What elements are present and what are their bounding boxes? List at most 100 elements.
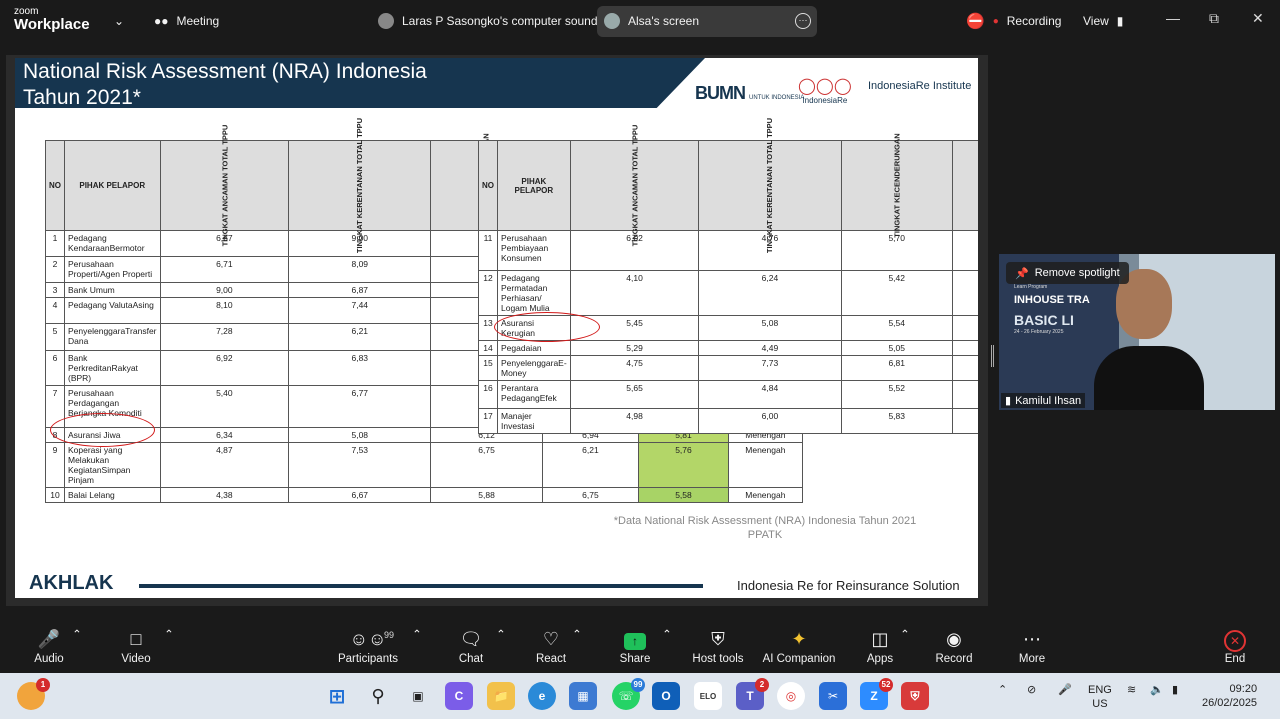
row-number: 5 xyxy=(45,323,65,351)
whatsapp-icon[interactable]: ☏ 99 xyxy=(612,678,645,710)
react-options-caret[interactable]: ⌃ xyxy=(572,627,582,641)
language-indicator[interactable]: ENG US xyxy=(1088,683,1112,711)
share-button[interactable]: ↑ Share xyxy=(618,627,652,665)
store-icon[interactable]: ▦ xyxy=(569,682,597,710)
impact-value: 6,63 xyxy=(951,270,978,316)
reporting-party: Koperasi yang Melakukan KegiatanSimpan P… xyxy=(64,442,161,488)
meeting-menu[interactable]: ●● Meeting xyxy=(154,10,219,32)
share-options-caret[interactable]: ⌃ xyxy=(662,627,672,641)
record-icon: ◉ xyxy=(946,629,962,649)
snipping-tool-icon[interactable]: ✂ xyxy=(819,682,847,710)
view-button[interactable]: View ▮ xyxy=(1083,10,1123,32)
threat-value: 7,28 xyxy=(159,323,290,351)
chat-button[interactable]: 🗨 Chat xyxy=(457,627,485,665)
edge-icon[interactable]: e xyxy=(528,682,556,710)
more-button[interactable]: ⋯ More xyxy=(1015,627,1049,665)
language-region: US xyxy=(1092,698,1108,710)
outlook-icon[interactable]: O xyxy=(652,682,680,710)
tendency-value: 5,54 xyxy=(840,315,953,341)
avatar xyxy=(378,13,394,29)
task-view-icon[interactable]: ▣ xyxy=(404,682,432,710)
search-icon[interactable]: ⚲ xyxy=(364,682,392,710)
reporting-party: Pegadaian xyxy=(497,340,571,356)
annotation-circle xyxy=(50,413,155,447)
audio-label: Audio xyxy=(34,653,64,665)
reporting-party: Pedagang Permatadan Perhiasan/ Logam Mul… xyxy=(497,270,571,316)
file-explorer-icon[interactable]: 📁 xyxy=(487,682,515,710)
bumn-logo-text: BUMN xyxy=(695,83,746,103)
app-menu-button[interactable]: ⌄ xyxy=(114,10,124,32)
weather-widget-icon[interactable]: 1 xyxy=(17,678,50,710)
chevron-up-icon: ⌃ xyxy=(72,629,82,641)
copilot-icon[interactable]: C xyxy=(445,682,473,710)
start-icon[interactable]: ⊞ xyxy=(323,682,351,710)
impact-value: 5,15 xyxy=(951,408,978,434)
vulnerability-value: 6,83 xyxy=(288,350,432,386)
audio-options-caret[interactable]: ⌃ xyxy=(72,627,82,641)
screen-share-tab[interactable]: Alsa's screen xyxy=(604,10,699,32)
battery-icon[interactable]: ▮ xyxy=(1172,683,1178,696)
indonesiare-institute-logo: IndonesiaRe Institute xyxy=(868,80,972,92)
title-banner: National Risk Assessment (NRA) Indonesia… xyxy=(15,58,705,108)
tendency-value: 5,88 xyxy=(430,487,543,503)
apps-options-caret[interactable]: ⌃ xyxy=(900,627,910,641)
apps-button[interactable]: ◫ Apps xyxy=(864,627,896,665)
impact-value: 5,55 xyxy=(951,380,978,409)
row-number: 10 xyxy=(45,487,65,503)
chrome-icon[interactable]: ◎ xyxy=(777,682,805,710)
reporting-party: Balai Lelang xyxy=(64,487,161,503)
remove-spotlight-label: Remove spotlight xyxy=(1034,267,1120,279)
table-row: 10 Balai Lelang 4,38 6,67 5,88 6,75 5,58 Meneng… xyxy=(45,487,803,503)
microphone-icon[interactable]: 🎤 xyxy=(1058,683,1072,696)
chat-label: Chat xyxy=(458,653,484,665)
video-bg-text: BASIC LI xyxy=(1014,312,1074,328)
host-tools-button[interactable]: ⛨ Host tools xyxy=(690,627,746,665)
row-number: 15 xyxy=(478,355,498,381)
volume-icon[interactable]: 🔈 xyxy=(1150,683,1164,696)
risk-table-right: NO PIHAK PELAPOR TINGKAT ANCAMAN TOTAL TPP… xyxy=(478,118,978,434)
wifi-icon[interactable]: ≋ xyxy=(1127,683,1136,696)
windows-taskbar: 1 ⊞ ⚲ ▣ C 📁 e ▦ ☏ 99 O ELO T2 ◎ ✂ Z 52 ⛨ ⌃… xyxy=(0,673,1280,719)
footer-divider xyxy=(139,584,703,588)
impact-value: 6,21 xyxy=(541,442,640,488)
restore-icon[interactable]: ⧉ xyxy=(1209,10,1219,27)
recording-indicator[interactable]: ⛔ ● Recording xyxy=(966,10,1061,32)
network-off-icon[interactable]: ⊘ xyxy=(1027,683,1036,696)
participants-options-caret[interactable]: ⌃ xyxy=(412,627,422,641)
akhlak-logo: AKHLAK xyxy=(29,572,114,594)
audio-source[interactable]: Laras P Sasongko's computer sound xyxy=(378,10,598,32)
minimize-icon[interactable]: — xyxy=(1166,10,1180,26)
video-options-caret[interactable]: ⌃ xyxy=(164,627,174,641)
video-button[interactable]: □ Video xyxy=(118,627,154,665)
vulnerability-value: 7,73 xyxy=(698,355,842,381)
zoom-icon[interactable]: Z 52 xyxy=(860,678,893,710)
end-button[interactable]: ✕ End xyxy=(1222,627,1248,665)
clock-time: 09:20 xyxy=(1229,683,1258,695)
threat-value: 5,40 xyxy=(159,385,290,428)
annotation-circle xyxy=(494,312,600,342)
column-header: TINGKAT KERENTANAN TOTAL TPPU xyxy=(698,118,842,253)
heart-icon: ♡ xyxy=(542,629,560,649)
audio-button[interactable]: 🎤 Audio xyxy=(33,627,65,665)
split-resize-handle[interactable] xyxy=(991,345,994,367)
vulnerability-value: 6,00 xyxy=(698,408,842,434)
elo-icon[interactable]: ELO xyxy=(694,682,722,710)
clock[interactable]: 09:20 26/02/2025 xyxy=(1202,682,1257,710)
react-button[interactable]: ♡ React xyxy=(535,627,567,665)
security-app-icon[interactable]: ⛨ xyxy=(901,682,929,710)
column-header: TINGKAT KECENDERUNGAN xyxy=(840,133,953,238)
ai-companion-button[interactable]: ✦ AI Companion xyxy=(760,627,838,665)
reporting-party: Bank Umum xyxy=(64,282,161,298)
spotlight-video-tile[interactable]: Learn Program INHOUSE TRA BASIC LI 24 - … xyxy=(999,254,1275,410)
threat-value: 6,34 xyxy=(159,427,290,443)
record-button[interactable]: ◉ Record xyxy=(934,627,974,665)
apps-label: Apps xyxy=(866,653,894,665)
reporting-party: Perusahaan Pembiayaan Konsumen xyxy=(497,230,571,271)
remove-spotlight-button[interactable]: 📌 Remove spotlight xyxy=(1006,262,1129,284)
more-options-icon[interactable]: ··· xyxy=(795,10,811,32)
close-icon[interactable]: ✕ xyxy=(1252,10,1264,27)
teams-icon[interactable]: T2 xyxy=(736,678,769,710)
participant-name-tag: ▮ Kamilul Ihsan xyxy=(1001,393,1086,408)
tray-chevron-icon[interactable]: ⌃ xyxy=(998,683,1007,696)
chat-options-caret[interactable]: ⌃ xyxy=(496,627,506,641)
